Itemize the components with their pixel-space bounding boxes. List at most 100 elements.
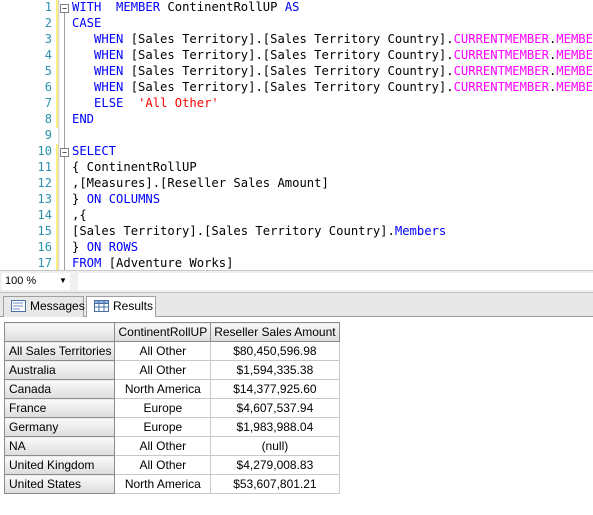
code-token: [Adventure Works] [101, 256, 234, 270]
line-number: 9 [44, 128, 52, 142]
code-line[interactable]: 3 WHEN [Sales Territory].[Sales Territor… [0, 31, 593, 47]
code-line[interactable]: 5 WHEN [Sales Territory].[Sales Territor… [0, 63, 593, 79]
code-line[interactable]: 12 ,[Measures].[Reseller Sales Amount] [0, 175, 593, 191]
code-line[interactable]: 13} ON COLUMNS [0, 191, 593, 207]
amount-cell[interactable]: $14,377,925.60 [210, 379, 340, 399]
code-line[interactable]: 6 WHEN [Sales Territory].[Sales Territor… [0, 79, 593, 95]
code-line[interactable]: 14 ,{ [0, 207, 593, 223]
row-header[interactable]: United Kingdom [3, 455, 116, 475]
line-number: 1 [44, 0, 52, 14]
table-row: France Europe $4,607,537.94 [3, 398, 340, 418]
code-token: CASE [72, 16, 102, 30]
line-number: 16 [37, 240, 52, 254]
amount-cell[interactable]: $1,594,335.38 [210, 360, 340, 380]
results-panel: Messages Results ContinentRollUP Reselle… [0, 292, 593, 515]
results-grid: ContinentRollUP Reseller Sales Amount Al… [3, 322, 340, 494]
code-line[interactable]: 11 { ContinentRollUP [0, 159, 593, 175]
continent-cell[interactable]: All Other [114, 360, 212, 380]
continent-cell[interactable]: North America [114, 474, 212, 494]
code-line[interactable]: 15 [Sales Territory].[Sales Territory Cou… [0, 223, 593, 239]
code-text: FROM [Adventure Works] [72, 255, 233, 270]
continent-cell[interactable]: All Other [114, 341, 212, 361]
code-line[interactable]: 8 END [0, 111, 593, 127]
table-row: NA All Other (null) [3, 436, 340, 456]
column-header[interactable]: ContinentRollUP [114, 322, 212, 342]
code-text: WHEN [Sales Territory].[Sales Territory … [72, 31, 593, 47]
code-line[interactable]: 10 SELECT [0, 143, 593, 159]
continent-cell[interactable]: All Other [114, 436, 212, 456]
corner-cell[interactable] [3, 322, 116, 342]
code-token: [Sales Territory].[Sales Territory Count… [72, 224, 395, 238]
code-token: ROWS [108, 240, 139, 254]
row-header[interactable]: NA [3, 436, 116, 456]
tab-results[interactable]: Results [86, 296, 156, 318]
code-line[interactable]: 1 WITH MEMBER ContinentRollUP AS [0, 0, 593, 15]
tab-label: Messages [30, 299, 85, 313]
code-token: AS [284, 0, 300, 14]
code-token: ,{ [72, 208, 87, 222]
row-header[interactable]: Australia [3, 360, 116, 380]
continent-cell[interactable]: All Other [114, 455, 212, 475]
grid-header-row: ContinentRollUP Reseller Sales Amount [3, 322, 340, 342]
query-editor[interactable]: − − 1 WITH MEMBER ContinentRollUP AS 2 CASE… [0, 0, 593, 270]
code-token: 'All Other' [138, 96, 219, 110]
line-number: 7 [44, 96, 52, 110]
code-token: CURRENTMEMBER [453, 64, 549, 78]
amount-cell[interactable]: $4,607,537.94 [210, 398, 340, 418]
column-header[interactable]: Reseller Sales Amount [210, 322, 340, 342]
row-header[interactable]: Germany [3, 417, 116, 437]
row-header[interactable]: Canada [3, 379, 116, 399]
code-token: CURRENTMEMBER [453, 80, 549, 94]
line-number: 4 [44, 48, 52, 62]
amount-cell[interactable]: $80,450,596.98 [210, 341, 340, 361]
code-text: [Sales Territory].[Sales Territory Count… [72, 223, 446, 239]
code-token: WHEN [94, 48, 124, 62]
line-number: 3 [44, 32, 52, 46]
results-tab-strip: Messages Results [0, 293, 593, 318]
code-text: END [72, 111, 94, 127]
line-number: 10 [37, 144, 52, 158]
code-token: END [72, 112, 95, 126]
code-text: WHEN [Sales Territory].[Sales Territory … [72, 47, 593, 63]
row-header[interactable]: United States [3, 474, 116, 494]
code-line[interactable]: 2 CASE [0, 15, 593, 31]
code-line[interactable]: 9 [0, 127, 593, 143]
horizontal-scrollbar[interactable] [78, 273, 593, 290]
tab-messages[interactable]: Messages [3, 296, 85, 317]
amount-cell[interactable]: $4,279,008.83 [210, 455, 340, 475]
code-text: ,{ [72, 207, 87, 223]
code-token: [Sales Territory].[Sales Territory Count… [123, 32, 454, 46]
amount-cell[interactable]: (null) [210, 436, 340, 456]
tab-label: Results [113, 299, 154, 313]
amount-cell[interactable]: $53,607,801.21 [210, 474, 340, 494]
code-token: MEMBER [116, 0, 161, 14]
code-token: COLUMNS [108, 192, 161, 206]
code-text: CASE [72, 15, 101, 31]
code-token: ELSE [94, 96, 124, 110]
code-line[interactable]: 17 FROM [Adventure Works] [0, 255, 593, 270]
code-token: ContinentRollUP [160, 0, 285, 14]
code-line[interactable]: 7 ELSE 'All Other' [0, 95, 593, 111]
continent-cell[interactable]: Europe [114, 398, 212, 418]
code-token: CURRENTMEMBER [453, 32, 549, 46]
code-token: { ContinentRollUP [72, 160, 197, 174]
code-token: MEMBERVALUE [556, 32, 593, 46]
code-token: Members [394, 224, 447, 238]
continent-cell[interactable]: Europe [114, 417, 212, 437]
row-header[interactable]: All Sales Territories [3, 341, 116, 361]
code-text: SELECT [72, 143, 116, 159]
code-line[interactable]: 16} ON ROWS [0, 239, 593, 255]
chevron-down-icon[interactable]: ▼ [58, 275, 68, 287]
amount-cell[interactable]: $1,983,988.04 [210, 417, 340, 437]
line-number: 14 [37, 208, 52, 222]
code-line[interactable]: 4 WHEN [Sales Territory].[Sales Territor… [0, 47, 593, 63]
code-text: WHEN [Sales Territory].[Sales Territory … [72, 63, 593, 79]
row-header[interactable]: France [3, 398, 116, 418]
continent-cell[interactable]: North America [114, 379, 212, 399]
